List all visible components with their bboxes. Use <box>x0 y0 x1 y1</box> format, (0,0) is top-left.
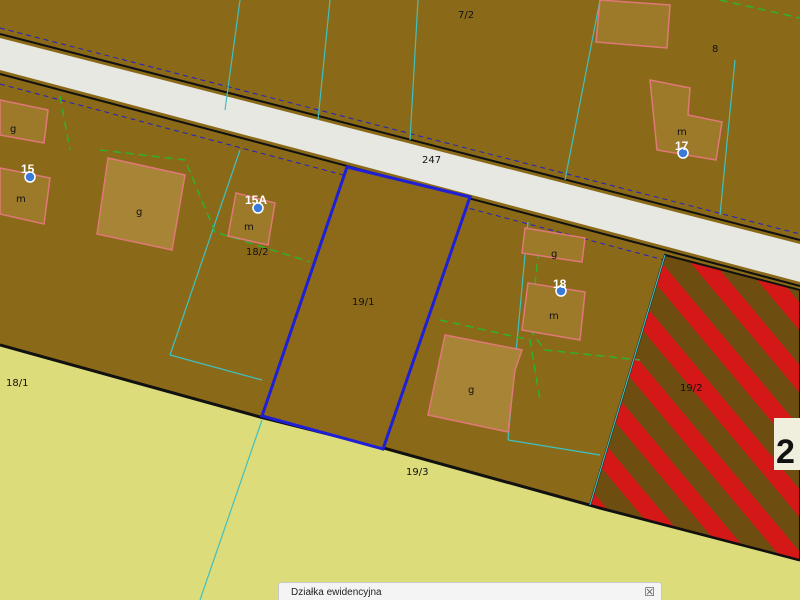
building-label-g: g <box>551 249 557 260</box>
building-g-left <box>96 157 186 251</box>
building-label-g: g <box>10 124 16 135</box>
parcel-label-7-2: 7/2 <box>458 10 474 21</box>
close-icon[interactable]: ☒ <box>644 585 655 599</box>
building-label-g: g <box>468 385 474 396</box>
building-label-m: m <box>16 194 26 205</box>
parcel-label-8: 8 <box>712 44 718 55</box>
popup-title: Działka ewidencyjna <box>291 587 382 598</box>
building-label-m: m <box>549 311 559 322</box>
address-18: 18 <box>553 277 567 291</box>
address-17: 17 <box>675 139 689 153</box>
building-g-right <box>427 334 523 433</box>
road-label: 247 <box>422 155 441 166</box>
parcel-label-19-3: 19/3 <box>406 467 428 478</box>
building-label-m: m <box>244 222 254 233</box>
building-label-g: g <box>136 207 142 218</box>
building-label-m: m <box>677 127 687 138</box>
parcel-label-18-1: 18/1 <box>6 378 28 389</box>
large-number: 2 <box>776 433 795 471</box>
map-view[interactable]: 7/2 8 18/2 19/1 18/1 19/3 19/2 247 g m g… <box>0 0 800 600</box>
parcel-popup[interactable]: Działka ewidencyjna ☒ <box>278 582 662 600</box>
map-canvas[interactable]: 7/2 8 18/2 19/1 18/1 19/3 19/2 247 g m g… <box>0 0 800 600</box>
parcel-label-18-2: 18/2 <box>246 247 268 258</box>
parcel-label-19-2: 19/2 <box>680 383 702 394</box>
address-15a: 15A <box>245 193 267 207</box>
building-top-right <box>595 0 671 49</box>
parcel-label-19-1: 19/1 <box>352 297 374 308</box>
address-15: 15 <box>21 162 35 176</box>
